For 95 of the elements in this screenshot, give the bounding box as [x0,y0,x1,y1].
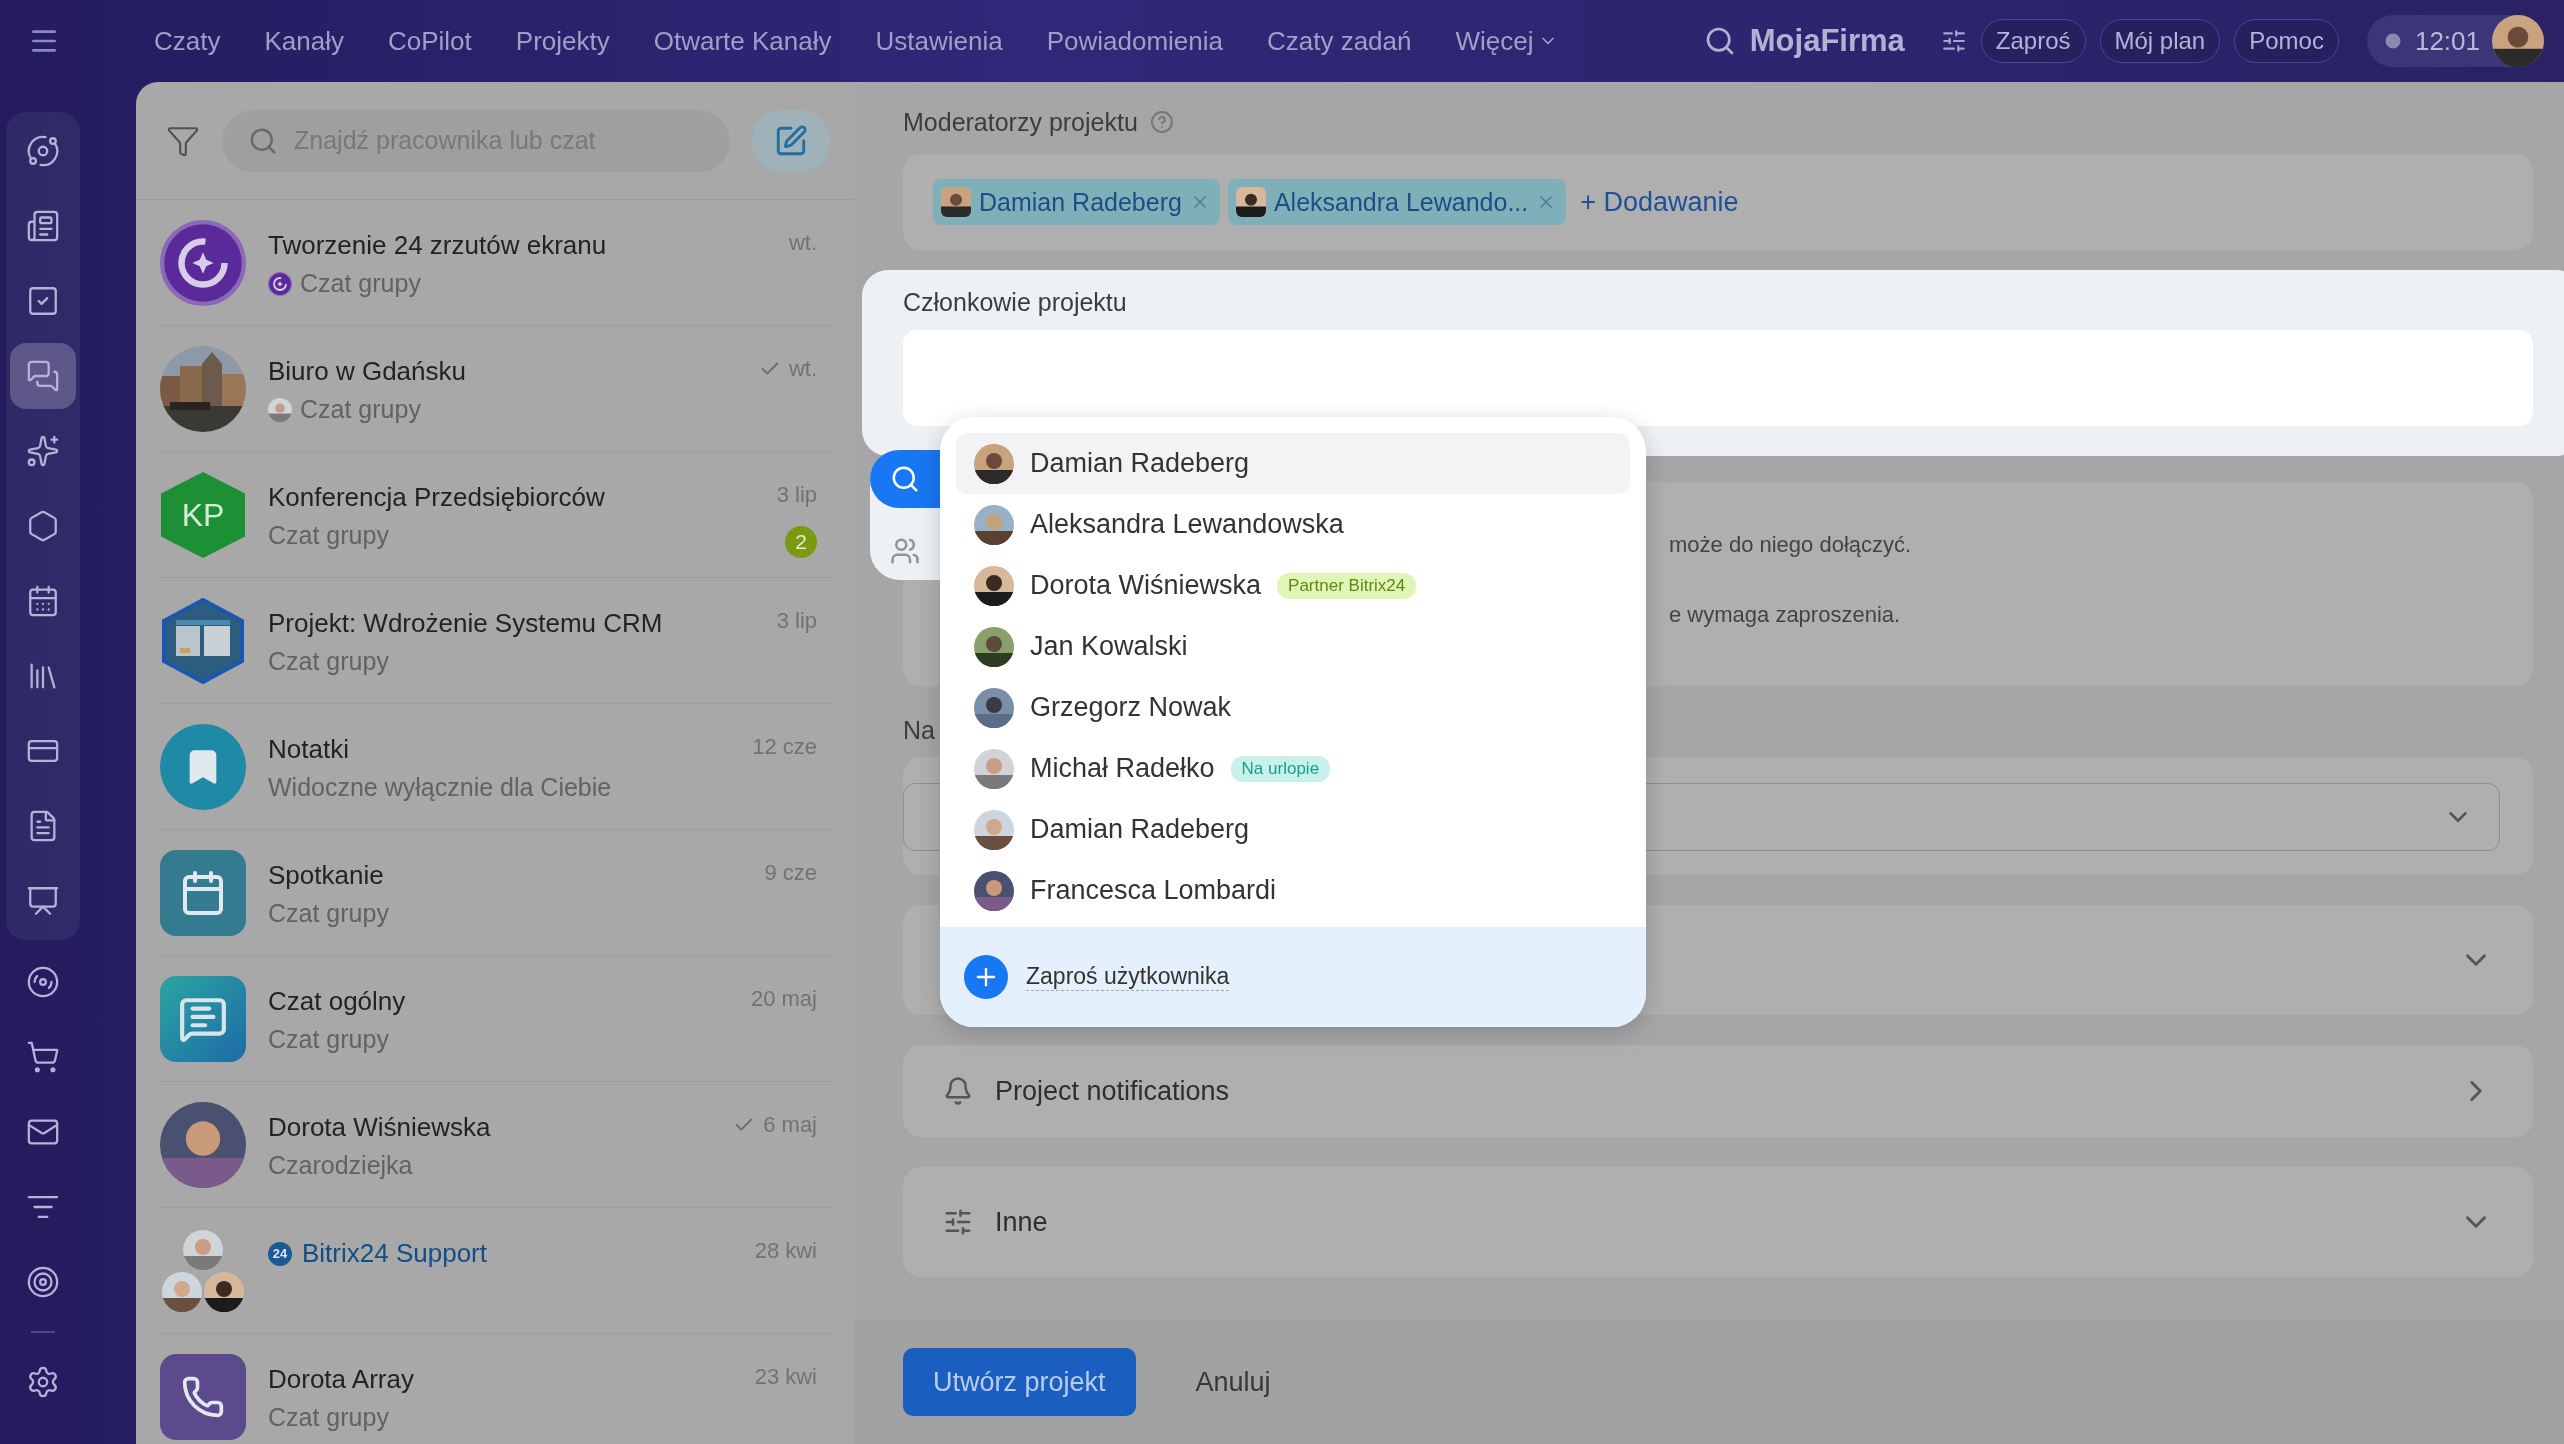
section-title: Inne [995,1206,1049,1238]
person-option[interactable]: Aleksandra Lewandowska [956,494,1630,555]
disc-icon [26,965,60,999]
invite-link[interactable]: Zaproś użytkownika [1026,963,1230,991]
brand-name: MojaFirma [1749,23,1905,59]
other-section[interactable]: Inne [903,1167,2533,1277]
search-tab[interactable] [870,450,940,508]
person-option[interactable]: Dorota Wiśniewska Partner Bitrix24 [956,555,1630,616]
nav-link[interactable]: Otwarte Kanały [653,25,832,57]
person-name: Damian Radeberg [1030,814,1250,845]
target-icon [26,1265,60,1299]
chat-title: Dorota Wiśniewska [268,1112,491,1143]
info-text: e wymaga zaproszenia. [1669,602,1902,628]
nav-link[interactable]: Projekty [515,25,610,57]
person-name: Aleksandra Lewandowska [1030,509,1344,540]
presentation-icon [26,884,60,918]
header-button[interactable]: Mój plan [2099,19,2221,63]
info-text: może do niego dołączyć. [1669,532,1913,558]
verified-badge: 24 [268,1241,292,1266]
hexagon-icon [26,509,60,543]
field-label: Moderatorzy projektu [903,107,1138,137]
status-tag: Na urlopie [1230,755,1331,782]
person-option[interactable]: Grzegorz Nowak [956,677,1630,738]
initials-avatar: KP [161,472,245,558]
nav-link[interactable]: CoPilot [387,25,472,57]
cancel-button[interactable]: Anuluj [1189,1365,1277,1399]
nav-link[interactable]: Czaty zadań [1266,25,1412,57]
nav-link[interactable]: Kanały [264,25,344,57]
add-user-button[interactable] [964,955,1008,999]
clock-button[interactable]: 12:01 [2366,15,2544,67]
unread-count: 2 [785,526,817,558]
person-name: Dorota Wiśniewska [1030,570,1262,601]
rail-button[interactable] [10,343,76,409]
person-option[interactable]: Jan Kowalski [956,616,1630,677]
add-link[interactable]: + Dodawanie [1580,186,1739,218]
header-button[interactable]: Zaproś [1980,19,2086,63]
status-tag: Partner Bitrix24 [1277,572,1417,599]
calendar-icon [26,584,60,618]
chat-subtitle: Czat grupy [268,647,389,676]
news-icon [26,209,60,243]
user-chip[interactable]: Damian Radeberg [933,179,1220,225]
more-menu[interactable]: Więcej [1455,25,1558,57]
header-button[interactable]: Pomoc [2234,19,2339,63]
user-chip[interactable]: Aleksandra Lewando... [1227,179,1567,225]
people-icon [890,536,920,566]
chat-title: Dorota Array [268,1364,414,1395]
create-project-button[interactable]: Utwórz projekt [903,1348,1136,1416]
nav-link[interactable]: Czaty [154,25,221,57]
sliders-icon[interactable] [1940,28,1967,54]
notifications-section[interactable]: Project notifications [903,1045,2533,1137]
settings-icon [26,1365,60,1399]
person-option[interactable]: Damian Radeberg [956,799,1630,860]
chat-subtitle: Czat grupy [268,1025,389,1054]
chat-title: Bitrix24 Support [302,1238,487,1269]
person-name: Francesca Lombardi [1030,875,1277,906]
section-title: Project notifications [995,1075,1231,1107]
chat-title: Biuro w Gdańsku [268,356,466,387]
chat-icon [26,359,60,393]
chat-subtitle: Czat grupy [300,269,421,298]
chat-subtitle: Czat grupy [268,1403,389,1432]
sliders-icon [943,1207,973,1237]
task-icon [26,284,60,318]
network-icon [26,134,60,168]
spiral-logo-icon [268,271,292,296]
chat-title: Czat ogólny [268,986,406,1017]
chat-subtitle: Widoczne wyłącznie dla Ciebie [268,773,612,802]
members-field[interactable] [903,330,2533,426]
chat-title: Projekt: Wdrożenie Systemu CRM [268,608,663,639]
cart-icon [26,1040,60,1074]
chat-subtitle: Czat grupy [268,899,389,928]
chat-subtitle: Czarodziejka [268,1151,413,1180]
spiral-logo-icon [160,220,246,306]
chat-subtitle: Czat grupy [268,521,389,550]
person-name: Michał Radełko [1030,753,1215,784]
bell-icon [943,1076,973,1106]
phone-icon [181,1375,225,1419]
person-option[interactable]: Michał Radełko Na urlopie [956,738,1630,799]
sparkle-icon [26,434,60,468]
nav-link[interactable]: Ustawienia [875,25,1003,57]
chat-title: Spotkanie [268,860,384,891]
chat-title: Notatki [268,734,349,765]
chat-title: Konferencja Przedsiębiorców [268,482,605,513]
chat-subtitle: Czat grupy [300,395,421,424]
field-label: Członkowie projektu [903,287,1127,317]
nav-link[interactable]: Powiadomienia [1046,25,1223,57]
person-name: Damian Radeberg [1030,448,1250,479]
person-option[interactable]: Damian Radeberg [956,433,1630,494]
person-name: Grzegorz Nowak [1030,692,1232,723]
person-option[interactable]: Francesca Lombardi [956,860,1630,921]
field-label: Na [903,716,935,745]
chat-title: Tworzenie 24 zrzutów ekranu [268,230,607,261]
moderators-field[interactable]: Damian Radeberg Aleksandra Lewando... + Dodawanie [903,154,2533,250]
compose-icon [774,123,808,158]
search-icon [890,464,920,494]
person-name: Jan Kowalski [1030,631,1188,662]
